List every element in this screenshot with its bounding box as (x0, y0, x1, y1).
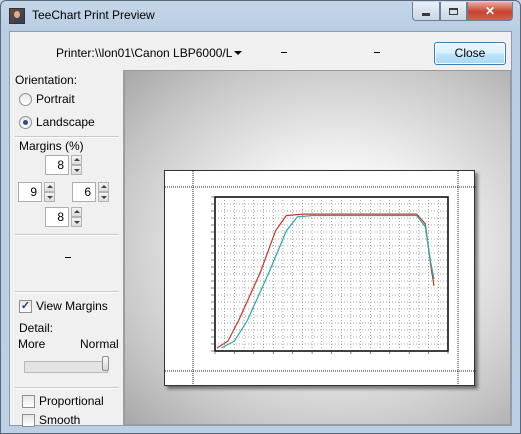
landscape-label: Landscape (36, 115, 95, 129)
spin-up-icon[interactable] (98, 182, 109, 192)
landscape-radio[interactable]: Landscape (19, 115, 95, 129)
window-close-button[interactable]: ✕ (467, 2, 513, 21)
chevron-down-icon (234, 51, 242, 55)
spin-down-icon[interactable] (98, 192, 109, 202)
detail-slider-thumb[interactable] (102, 356, 109, 371)
radio-icon (19, 92, 32, 106)
close-icon: ✕ (484, 4, 496, 18)
spin-up-icon[interactable] (71, 155, 82, 165)
orientation-title: Orientation: (15, 73, 78, 87)
detail-title: Detail: (19, 321, 54, 335)
divider (15, 234, 119, 236)
checkbox-icon (22, 394, 35, 408)
divider (15, 291, 119, 293)
portrait-radio[interactable]: Portrait (19, 92, 75, 106)
minimize-button[interactable] (412, 2, 440, 21)
spin-up-icon[interactable] (44, 182, 55, 192)
printer-label: Printer: (56, 46, 95, 60)
margin-bottom-spinner[interactable]: 8 (45, 207, 82, 227)
preview-page (164, 170, 476, 387)
checkbox-icon (22, 413, 35, 427)
preview-chart (165, 171, 476, 387)
divider (15, 136, 119, 138)
margins-title: Margins (%) (19, 139, 84, 153)
spin-down-icon[interactable] (44, 192, 55, 202)
app-icon (9, 8, 25, 24)
radio-checked-icon (19, 115, 32, 129)
title-bar[interactable]: TeeChart Print Preview ✕ (1, 1, 520, 31)
detail-slider-track[interactable] (24, 361, 108, 373)
window-title: TeeChart Print Preview (32, 8, 155, 22)
margin-right-field[interactable]: 6 (72, 182, 96, 202)
maximize-icon (449, 7, 458, 15)
minimize-icon (422, 12, 430, 16)
margin-top-spinner[interactable]: 8 (45, 155, 82, 175)
smooth-checkbox[interactable]: Smooth (22, 413, 80, 427)
portrait-label: Portrait (36, 92, 75, 106)
toolbar: Printer: \\lon01\Canon LBP6000/L Close (10, 32, 511, 70)
checkmark-icon: ✓ (19, 299, 32, 313)
separator-dash (281, 52, 287, 53)
proportional-label: Proportional (39, 394, 104, 408)
separator-dash (374, 52, 380, 53)
spin-up-icon[interactable] (71, 207, 82, 217)
print-preview-window: TeeChart Print Preview ✕ Printer: \\lon0… (0, 0, 521, 434)
detail-min-label: More (18, 337, 46, 351)
detail-max-label: Normal (80, 337, 119, 351)
proportional-checkbox[interactable]: Proportional (22, 394, 104, 408)
view-margins-label: View Margins (36, 299, 108, 313)
preview-area[interactable] (124, 70, 511, 425)
margin-bottom-field[interactable]: 8 (45, 207, 69, 227)
printer-select[interactable]: \\lon01\Canon LBP6000/L (92, 44, 246, 62)
close-button[interactable]: Close (434, 42, 506, 65)
client-area: Printer: \\lon01\Canon LBP6000/L Close O… (9, 31, 512, 427)
spin-down-icon[interactable] (71, 165, 82, 175)
view-margins-checkbox[interactable]: ✓ View Margins (19, 299, 108, 313)
spin-down-icon[interactable] (71, 217, 82, 227)
margin-top-field[interactable]: 8 (45, 155, 69, 175)
margin-left-spinner[interactable]: 9 (18, 182, 55, 202)
margin-left-field[interactable]: 9 (18, 182, 42, 202)
maximize-button[interactable] (440, 2, 467, 21)
printer-select-value: \\lon01\Canon LBP6000/L (95, 46, 233, 60)
margin-right-spinner[interactable]: 6 (72, 182, 109, 202)
smooth-label: Smooth (39, 413, 81, 427)
options-panel: Orientation: Portrait Landscape Margins … (10, 70, 124, 427)
separator-dash (65, 257, 71, 258)
divider (15, 387, 119, 389)
